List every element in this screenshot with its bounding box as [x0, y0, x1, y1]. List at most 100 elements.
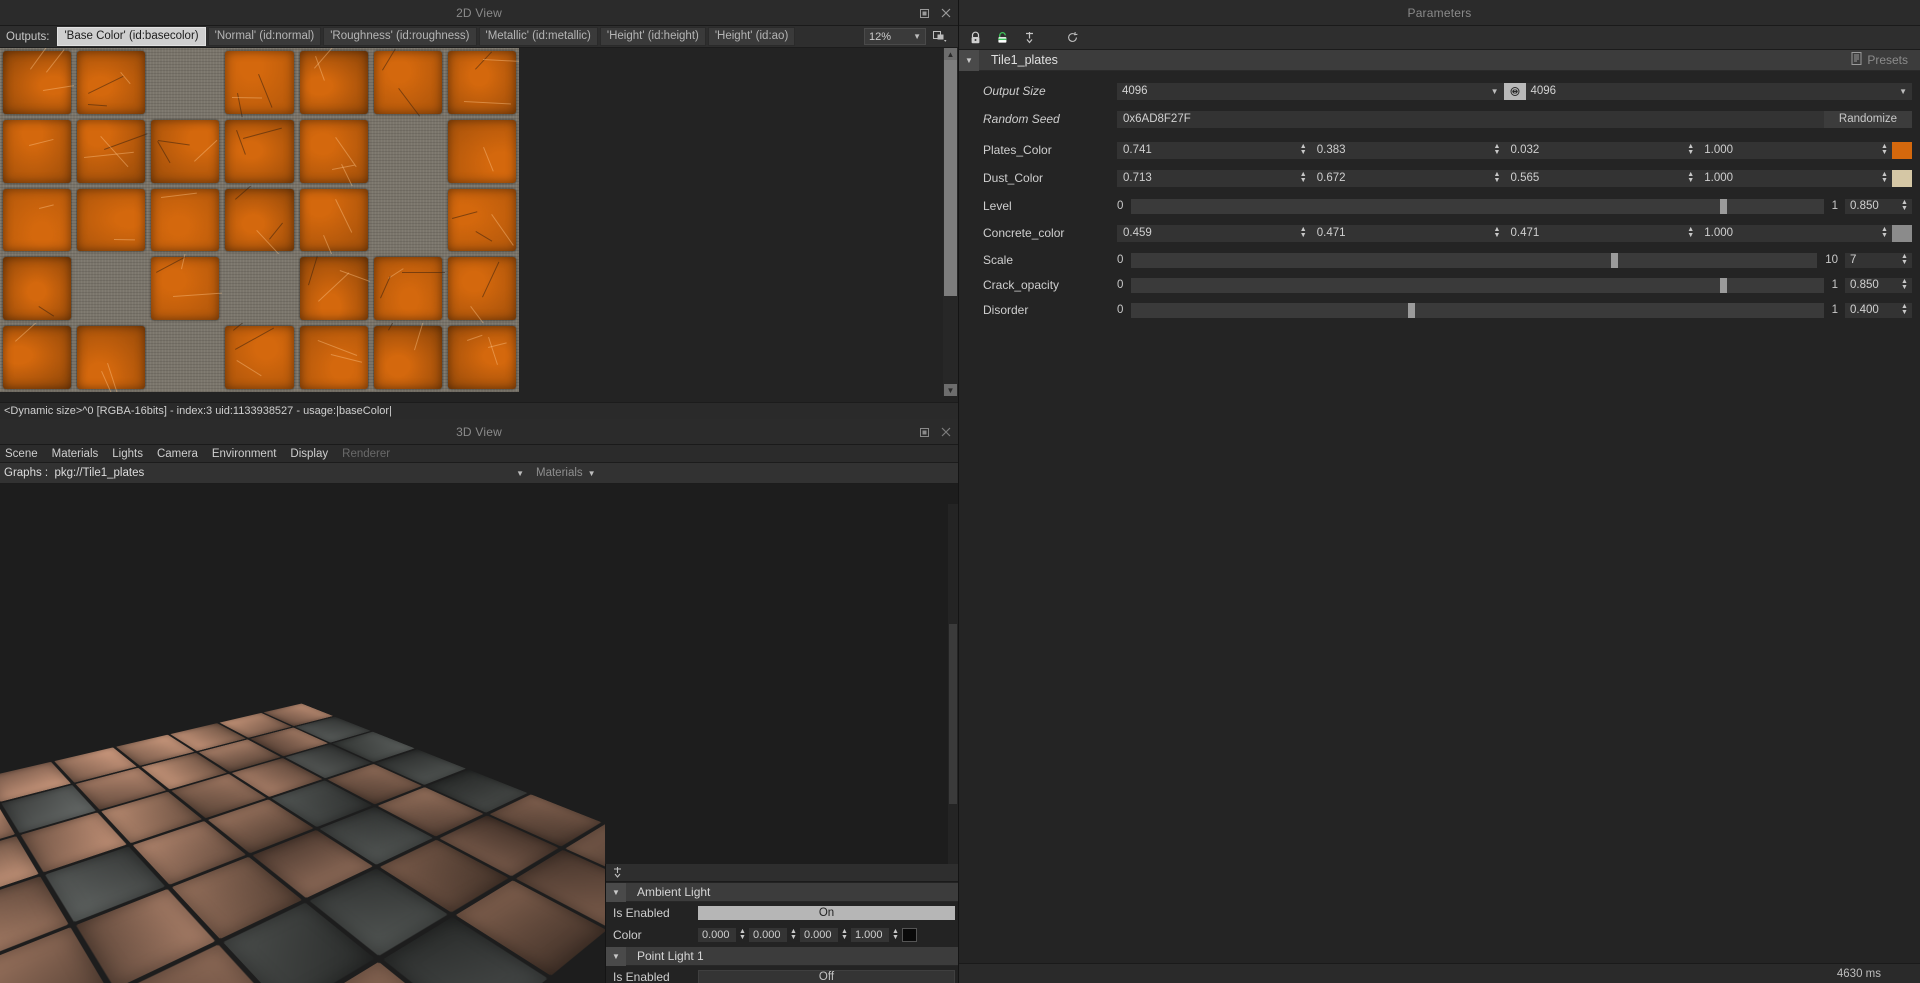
- crack-opacity-value[interactable]: 0.850: [1845, 277, 1897, 293]
- plates-color-a[interactable]: 1.000: [1698, 141, 1877, 159]
- spinner-icon[interactable]: ▲ ▼: [1897, 252, 1912, 268]
- chevron-down-icon: ▼: [516, 468, 524, 478]
- menu-environment[interactable]: Environment: [212, 448, 277, 460]
- dust-color-g[interactable]: 0.672: [1310, 169, 1490, 187]
- disorder-slider[interactable]: [1131, 302, 1824, 318]
- spinner-icon[interactable]: ▲ ▼: [736, 928, 749, 942]
- add-light-icon[interactable]: [611, 866, 624, 879]
- spinner-icon[interactable]: ▲ ▼: [1897, 198, 1912, 214]
- spinner-icon[interactable]: ▲ ▼: [787, 928, 800, 942]
- output-size-width-combo[interactable]: 4096 ▼: [1117, 82, 1504, 100]
- ambient-color-swatch[interactable]: [902, 928, 917, 942]
- random-seed-input[interactable]: 0x6AD8F27F: [1117, 110, 1824, 128]
- spinner-icon[interactable]: ▲ ▼: [1295, 169, 1311, 187]
- graph-selector-combo[interactable]: Graphs : pkg://Tile1_plates ▼: [0, 463, 530, 484]
- float-icon[interactable]: [918, 426, 931, 439]
- chevron-down-icon[interactable]: ▼: [606, 946, 626, 966]
- spinner-icon[interactable]: ▲ ▼: [1295, 224, 1311, 242]
- spinner-icon[interactable]: ▲ ▼: [1683, 169, 1699, 187]
- randomize-button[interactable]: Randomize: [1824, 110, 1912, 128]
- 3d-viewport[interactable]: [0, 504, 605, 983]
- spinner-icon[interactable]: ▲ ▼: [1877, 141, 1892, 159]
- ambient-color-g[interactable]: 0.000: [749, 928, 787, 942]
- texture-tile: [0, 48, 75, 117]
- level-slider[interactable]: [1131, 198, 1824, 214]
- ambient-color-r[interactable]: 0.000: [698, 928, 736, 942]
- parameters-group-header[interactable]: ▼ Tile1_plates Presets: [959, 49, 1920, 71]
- point1-is-enabled-toggle[interactable]: Off: [698, 970, 955, 983]
- layout-icon[interactable]: [930, 28, 950, 45]
- pin-down-icon[interactable]: [1023, 31, 1036, 44]
- plates-color-swatch[interactable]: [1892, 141, 1912, 159]
- slider-max: 10: [1825, 254, 1838, 266]
- link-icon[interactable]: [1503, 82, 1526, 100]
- close-icon[interactable]: [939, 426, 952, 439]
- concrete-color-r[interactable]: 0.459: [1117, 224, 1296, 242]
- concrete-color-b[interactable]: 0.471: [1504, 224, 1684, 242]
- ambient-is-enabled-toggle[interactable]: On: [698, 906, 955, 920]
- output-tab-metallic[interactable]: 'Metallic' (id:metallic): [478, 27, 598, 46]
- level-value[interactable]: 0.850: [1845, 198, 1897, 214]
- plates-color-b[interactable]: 0.032: [1504, 141, 1684, 159]
- spinner-icon[interactable]: ▲ ▼: [1295, 141, 1311, 159]
- 2d-texture-canvas[interactable]: [0, 48, 941, 396]
- plates-color-r[interactable]: 0.741: [1117, 141, 1296, 159]
- scrollbar-thumb[interactable]: [944, 60, 957, 296]
- spinner-icon[interactable]: ▲ ▼: [1897, 302, 1912, 318]
- dust-color-r[interactable]: 0.713: [1117, 169, 1296, 187]
- unlock-green-icon[interactable]: [996, 31, 1009, 44]
- reset-icon[interactable]: [1066, 31, 1079, 44]
- spinner-icon[interactable]: ▲ ▼: [1489, 224, 1505, 242]
- plates-color-g[interactable]: 0.383: [1310, 141, 1490, 159]
- graphs-label: Graphs :: [4, 467, 49, 479]
- zoom-level-combo[interactable]: 12% ▼: [864, 28, 926, 45]
- spinner-icon[interactable]: ▲ ▼: [889, 928, 902, 942]
- concrete-color-swatch[interactable]: [1892, 224, 1912, 242]
- concrete-color-a[interactable]: 1.000: [1698, 224, 1877, 242]
- dust-color-b[interactable]: 0.565: [1504, 169, 1684, 187]
- menu-display[interactable]: Display: [290, 448, 328, 460]
- spinner-icon[interactable]: ▲ ▼: [1683, 141, 1699, 159]
- scale-value[interactable]: 7: [1845, 252, 1897, 268]
- spinner-icon[interactable]: ▲ ▼: [1877, 224, 1892, 242]
- output-tab-ao[interactable]: 'Height' (id:ao): [707, 27, 796, 46]
- scroll-up-icon[interactable]: ▲: [944, 48, 957, 60]
- spinner-icon[interactable]: ▲ ▼: [838, 928, 851, 942]
- output-tab-roughness[interactable]: 'Roughness' (id:roughness): [323, 27, 477, 46]
- menu-camera[interactable]: Camera: [157, 448, 198, 460]
- output-tab-normal[interactable]: 'Normal' (id:normal): [207, 27, 322, 46]
- 2d-view-vertical-scrollbar[interactable]: ▲ ▼: [943, 48, 958, 396]
- output-tab-basecolor[interactable]: 'Base Color' (id:basecolor): [57, 27, 206, 46]
- dust-color-swatch[interactable]: [1892, 169, 1912, 187]
- ambient-color-b[interactable]: 0.000: [800, 928, 838, 942]
- presets-button[interactable]: Presets: [1851, 52, 1920, 68]
- menu-scene[interactable]: Scene: [5, 448, 38, 460]
- output-tab-height[interactable]: 'Height' (id:height): [599, 27, 706, 46]
- chevron-down-icon[interactable]: ▼: [606, 882, 626, 902]
- light-group-header-point1[interactable]: ▼ Point Light 1: [606, 946, 958, 966]
- close-icon[interactable]: [939, 7, 952, 20]
- lock-icon[interactable]: [969, 31, 982, 44]
- spinner-icon[interactable]: ▲ ▼: [1489, 141, 1505, 159]
- light-group-header-ambient[interactable]: ▼ Ambient Light: [606, 882, 958, 902]
- scale-slider[interactable]: [1131, 252, 1818, 268]
- disorder-value[interactable]: 0.400: [1845, 302, 1897, 318]
- menu-renderer[interactable]: Renderer: [342, 448, 390, 460]
- ambient-color-a[interactable]: 1.000: [851, 928, 889, 942]
- chevron-down-icon[interactable]: ▼: [959, 49, 979, 71]
- output-size-height-combo[interactable]: 4096 ▼: [1525, 82, 1912, 100]
- crack-opacity-slider[interactable]: [1131, 277, 1824, 293]
- spinner-icon[interactable]: ▲ ▼: [1897, 277, 1912, 293]
- ambient-is-enabled-row: Is Enabled On: [606, 902, 958, 924]
- scrollbar-thumb[interactable]: [949, 624, 957, 804]
- float-icon[interactable]: [918, 7, 931, 20]
- scroll-down-icon[interactable]: ▼: [944, 384, 957, 396]
- materials-selector-combo[interactable]: Materials ▼: [530, 467, 602, 479]
- menu-lights[interactable]: Lights: [112, 448, 143, 460]
- spinner-icon[interactable]: ▲ ▼: [1489, 169, 1505, 187]
- spinner-icon[interactable]: ▲ ▼: [1683, 224, 1699, 242]
- menu-materials[interactable]: Materials: [52, 448, 99, 460]
- dust-color-a[interactable]: 1.000: [1698, 169, 1877, 187]
- spinner-icon[interactable]: ▲ ▼: [1877, 169, 1892, 187]
- concrete-color-g[interactable]: 0.471: [1310, 224, 1490, 242]
